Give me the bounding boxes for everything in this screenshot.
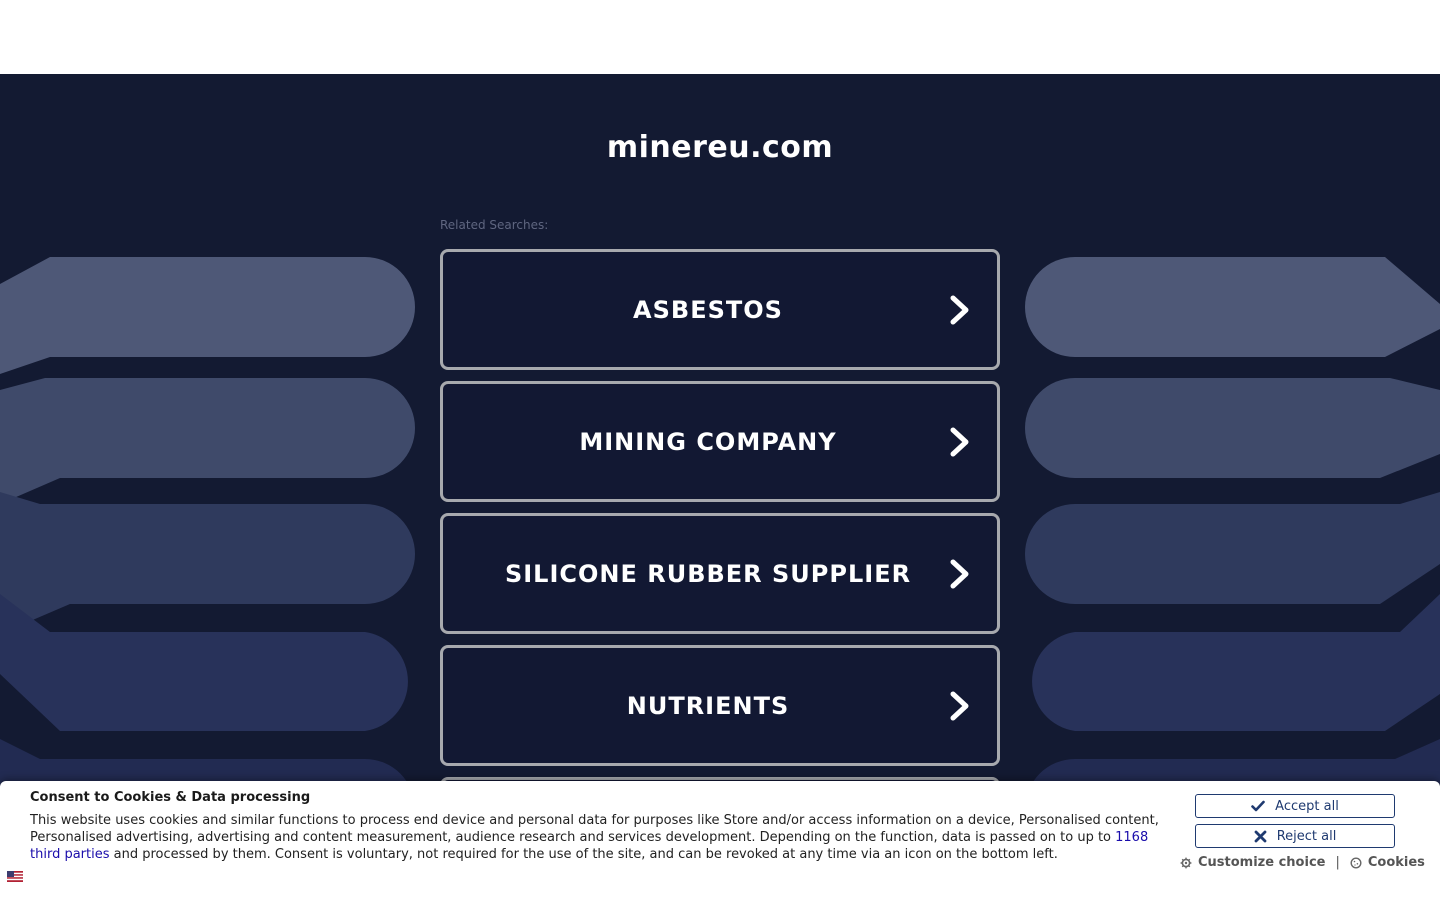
related-search-silicone-rubber-supplier[interactable]: SILICONE RUBBER SUPPLIER <box>440 513 1000 634</box>
related-search-label: ASBESTOS <box>633 295 783 324</box>
related-search-mining-company[interactable]: MINING COMPANY <box>440 381 1000 502</box>
reject-all-label: Reject all <box>1276 828 1337 844</box>
cookie-icon <box>1350 856 1362 869</box>
consent-text: This website uses cookies and similar fu… <box>30 812 1165 863</box>
reject-all-button[interactable]: Reject all <box>1195 824 1395 848</box>
consent-text-before: This website uses cookies and similar fu… <box>30 813 1159 845</box>
cookies-link[interactable]: Cookies <box>1350 855 1425 870</box>
close-icon <box>1254 830 1267 842</box>
related-searches-label: Related Searches: <box>440 218 549 232</box>
domain-title: minereu.com <box>606 130 834 165</box>
consent-title: Consent to Cookies & Data processing <box>30 790 311 805</box>
cookies-label: Cookies <box>1367 855 1425 870</box>
related-search-label: NUTRIENTS <box>626 691 790 720</box>
related-search-asbestos[interactable]: ASBESTOS <box>440 249 1000 370</box>
consent-links: Customize choice | Cookies <box>1180 855 1425 870</box>
chevron-right-icon <box>950 691 969 720</box>
related-search-label: MINING COMPANY <box>579 427 837 456</box>
chevron-right-icon <box>950 559 969 588</box>
chevron-right-icon <box>950 427 969 456</box>
links-separator: | <box>1335 855 1340 870</box>
top-white-bar <box>0 0 1440 74</box>
consent-text-after: and processed by them. Consent is volunt… <box>109 847 1058 862</box>
cookie-consent-banner: Consent to Cookies & Data processing Thi… <box>0 781 1440 900</box>
chevron-right-icon <box>950 295 969 324</box>
us-flag-icon[interactable] <box>7 871 23 882</box>
customize-choice-link[interactable]: Customize choice <box>1180 855 1325 870</box>
accept-all-button[interactable]: Accept all <box>1195 794 1395 818</box>
related-search-label: SILICONE RUBBER SUPPLIER <box>504 559 912 588</box>
customize-choice-label: Customize choice <box>1198 855 1326 870</box>
check-icon <box>1251 800 1265 812</box>
parked-domain-page: minereu.com Related Searches: ASBESTOS M… <box>0 74 1440 900</box>
related-search-nutrients[interactable]: NUTRIENTS <box>440 645 1000 766</box>
accept-all-label: Accept all <box>1275 798 1339 814</box>
gear-icon <box>1180 857 1192 868</box>
